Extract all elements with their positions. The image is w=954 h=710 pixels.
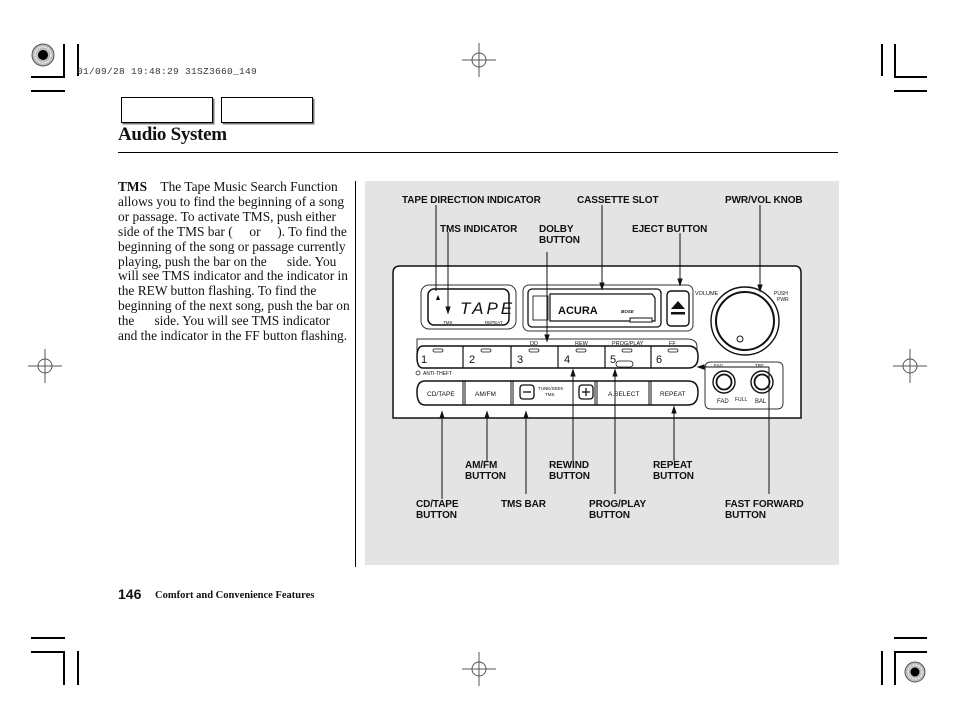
callout-tms-bar: TMS BAR bbox=[501, 499, 546, 510]
callout-eject-button: EJECT BUTTON bbox=[632, 224, 708, 235]
tms-description: TMS The Tape Music Search Function allow… bbox=[118, 179, 350, 344]
callout-pwr-vol-knob: PWR/VOL KNOB bbox=[725, 195, 803, 206]
preset-button-1[interactable]: 1 bbox=[421, 354, 427, 366]
pwr-label: PWR bbox=[777, 297, 789, 303]
preset-button-2[interactable]: 2 bbox=[469, 354, 475, 366]
tms-paragraph: The Tape Music Search Function allows yo… bbox=[118, 179, 350, 344]
preset-button-3[interactable]: 3 bbox=[517, 354, 523, 366]
callout-fast-forward-button: FAST FORWARD BUTTON bbox=[725, 499, 804, 521]
callout-prog-play-button: PROG/PLAY BUTTON bbox=[589, 499, 647, 521]
title-divider bbox=[118, 152, 838, 153]
callout-tape-direction-indicator: TAPE DIRECTION INDICATOR bbox=[402, 195, 541, 206]
preset-button-5[interactable]: 5 bbox=[610, 354, 616, 366]
preset-indicator bbox=[480, 348, 492, 353]
pwr-vol-knob[interactable] bbox=[715, 291, 775, 351]
preset-indicator bbox=[621, 348, 633, 353]
crosshair-icon bbox=[462, 43, 496, 77]
callout-tms-indicator: TMS INDICATOR bbox=[440, 224, 518, 235]
callout-rewind-button: REWIND BUTTON bbox=[549, 460, 590, 482]
page-title: Audio System bbox=[118, 124, 227, 145]
callout-cassette-slot: CASSETTE SLOT bbox=[577, 195, 659, 206]
crosshair-icon bbox=[462, 652, 496, 686]
display-tms: TMS bbox=[443, 320, 453, 325]
callout-cd-tape-button: CD/TAPE BUTTON bbox=[416, 499, 459, 521]
preset-button-4[interactable]: 4 bbox=[564, 354, 570, 366]
tms-label: TMS bbox=[545, 392, 555, 397]
volume-label: VOLUME bbox=[695, 291, 719, 297]
header-tab-1[interactable] bbox=[121, 97, 213, 123]
callout-repeat-button: REPEAT BUTTON bbox=[653, 460, 694, 482]
crosshair-icon bbox=[28, 349, 62, 383]
svg-text:FULL: FULL bbox=[735, 397, 747, 403]
display-text: TAPE bbox=[460, 299, 515, 318]
repeat-button-label: REPEAT bbox=[660, 391, 686, 398]
a-select-button-label: A.SELECT bbox=[608, 391, 639, 398]
preset-indicator bbox=[575, 348, 587, 353]
callout-dolby-button: DOLBY BUTTON bbox=[539, 224, 580, 246]
tune-seek-label: TUNE/SEEK bbox=[538, 386, 564, 391]
preset-indicator bbox=[667, 348, 679, 353]
crosshair-icon bbox=[893, 349, 927, 383]
svg-text:FAD: FAD bbox=[717, 399, 729, 405]
display-repeat: REPEAT bbox=[485, 320, 503, 325]
svg-text:BAL: BAL bbox=[755, 399, 767, 405]
audio-brand: BOSE bbox=[621, 309, 635, 314]
registration-target-icon bbox=[904, 661, 926, 683]
preset-button-6[interactable]: 6 bbox=[656, 354, 662, 366]
header-tab-2[interactable] bbox=[221, 97, 313, 123]
function-bar bbox=[416, 380, 699, 406]
anti-theft-label: ANTI-THEFT bbox=[423, 371, 452, 377]
audio-unit-figure: TAPE TMS REPEAT ACURA BOSE VOLUME PUSH P… bbox=[365, 181, 839, 565]
callout-am-fm-button: AM/FM BUTTON bbox=[465, 460, 506, 482]
section-name: Comfort and Convenience Features bbox=[155, 590, 315, 601]
brand-logo: ACURA bbox=[558, 305, 598, 317]
anti-theft-led bbox=[415, 370, 421, 376]
preset-indicator bbox=[528, 348, 540, 353]
column-divider bbox=[355, 181, 356, 567]
registration-target-icon bbox=[31, 43, 55, 67]
cd-tape-button-label: CD/TAPE bbox=[427, 391, 455, 398]
am-fm-button-label: AM/FM bbox=[475, 391, 496, 398]
preset-indicator bbox=[432, 348, 444, 353]
tms-lead: TMS bbox=[118, 179, 148, 194]
page-number: 146 bbox=[118, 586, 142, 602]
print-timestamp: 01/09/28 19:48:29 31SZ3660_149 bbox=[77, 66, 258, 77]
